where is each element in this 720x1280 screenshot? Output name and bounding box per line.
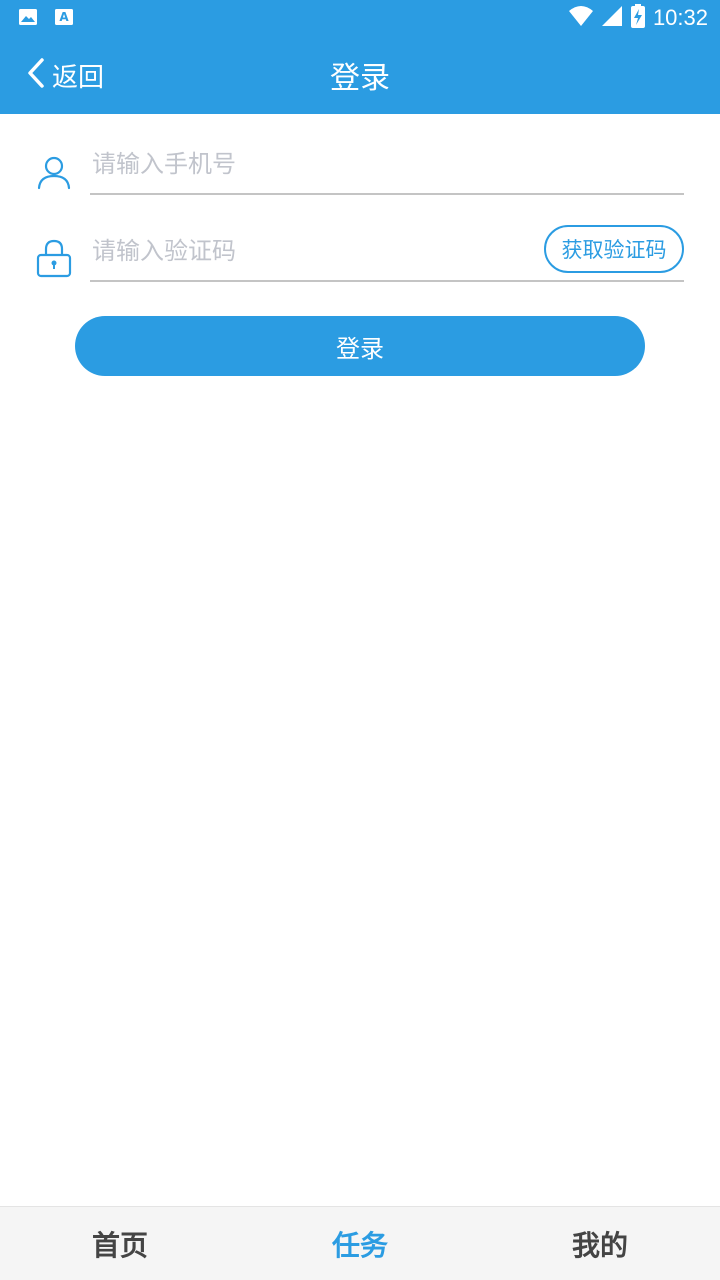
signal-icon — [601, 5, 623, 31]
a-font-icon: A — [54, 7, 74, 31]
page-title: 登录 — [330, 61, 390, 96]
battery-charging-icon — [630, 4, 645, 32]
image-icon — [18, 7, 38, 31]
status-time: 10:32 — [652, 5, 708, 30]
chevron-left-icon — [26, 57, 46, 93]
lock-icon — [36, 238, 72, 282]
status-right-icons: 10:32 — [568, 4, 708, 32]
wifi-icon — [568, 5, 593, 31]
verification-code-input[interactable] — [90, 222, 530, 282]
nav-item-tasks[interactable]: 任务 — [240, 1207, 480, 1280]
user-icon — [36, 154, 72, 194]
bottom-nav: 首页 任务 我的 — [0, 1206, 720, 1280]
status-bar: A 10:32 — [0, 0, 720, 36]
code-field-underline — [90, 280, 684, 282]
nav-item-mine[interactable]: 我的 — [480, 1207, 720, 1280]
status-left-icons: A — [18, 7, 74, 31]
app-bar: 返回 登录 — [0, 36, 720, 114]
back-button[interactable]: 返回 — [26, 36, 104, 114]
login-button[interactable]: 登录 — [75, 316, 645, 376]
svg-text:A: A — [59, 10, 69, 24]
phone-input[interactable] — [90, 135, 684, 195]
get-code-button[interactable]: 获取验证码 — [544, 225, 684, 273]
nav-item-home[interactable]: 首页 — [0, 1207, 240, 1280]
back-label: 返回 — [52, 62, 105, 93]
